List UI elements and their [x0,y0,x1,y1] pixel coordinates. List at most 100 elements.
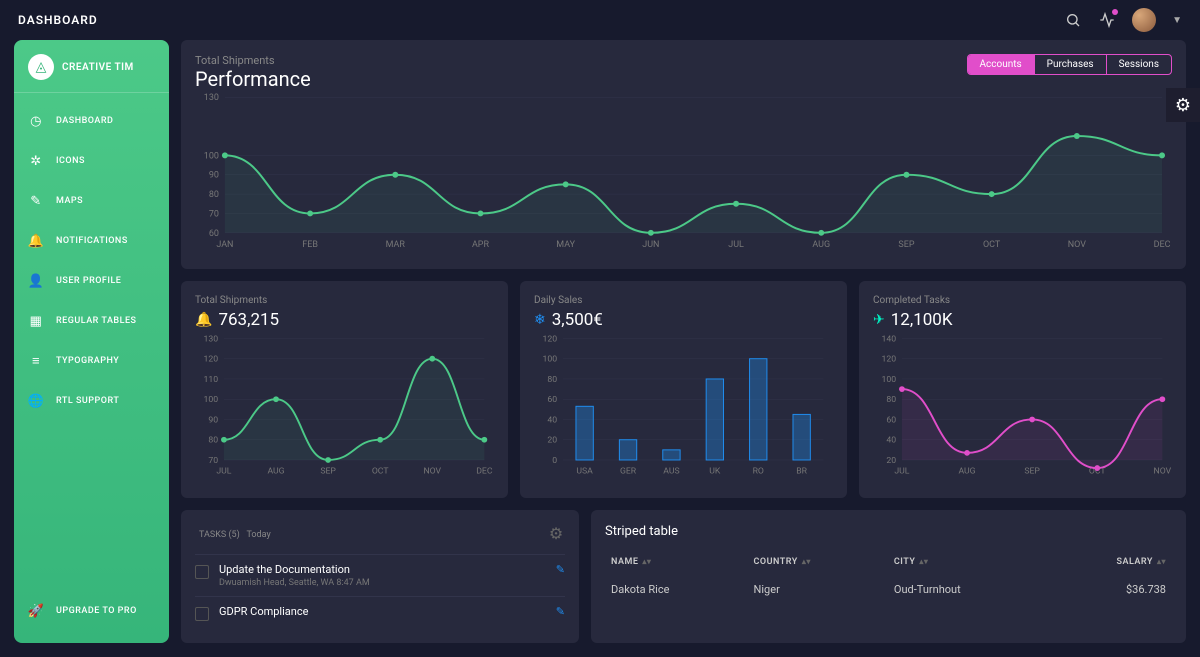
performance-card: Total Shipments Performance AccountsPurc… [181,40,1186,269]
column-header[interactable]: NAME▴▾ [605,549,748,575]
svg-text:UK: UK [709,466,721,476]
gear-icon[interactable]: ⚙ [547,524,565,542]
svg-text:BR: BR [796,466,807,476]
bell-icon: 🔔 [195,312,212,328]
svg-text:MAR: MAR [386,240,406,250]
svg-text:100: 100 [543,355,558,365]
svg-text:140: 140 [882,334,897,344]
svg-text:80: 80 [208,436,218,446]
svg-text:JUN: JUN [642,240,659,250]
svg-text:0: 0 [552,456,557,466]
sidebar-item-label: DASHBOARD [56,116,113,126]
sidebar-item-typography[interactable]: ≡TYPOGRAPHY [14,341,169,381]
svg-text:RO: RO [753,466,764,476]
svg-text:OCT: OCT [372,466,389,476]
cell-country: Niger [748,575,888,604]
svg-text:120: 120 [204,355,219,365]
sidebar-item-dashboard[interactable]: ◷ DASHBOARD [14,101,169,141]
avatar-caret-icon[interactable]: ▼ [1172,15,1182,26]
svg-text:60: 60 [886,415,896,425]
shipments-card: Total Shipments 🔔763,215 708090100110120… [181,281,508,498]
delivery-icon: ❄ [534,312,546,328]
completed-chart: 20406080100120140JULAUGSEPOCTNOV [873,330,1172,480]
performance-title: Performance [195,67,311,91]
sidebar-item-maps[interactable]: ✎MAPS [14,181,169,221]
svg-text:80: 80 [547,375,557,385]
tasks-title: TASKS (5) Today [195,527,271,540]
svg-text:SEP: SEP [1024,466,1040,476]
svg-text:60: 60 [547,395,557,405]
svg-text:OCT: OCT [983,240,1001,250]
svg-text:AUS: AUS [663,466,679,476]
sidebar-item-label: ICONS [56,156,85,166]
sort-icon: ▴▾ [642,559,651,564]
sidebar-item-upgrade[interactable]: 🚀 UPGRADE TO PRO [14,591,169,631]
tab-accounts[interactable]: Accounts [968,55,1034,74]
svg-text:NOV: NOV [423,466,441,476]
svg-text:40: 40 [547,415,557,425]
svg-text:130: 130 [204,93,219,103]
nav-icon: ≡ [28,353,44,369]
sales-chart: 020406080100120USAGERAUSUKROBR [534,330,833,480]
svg-text:JUL: JUL [894,466,909,476]
cell-name: Dakota Rice [605,575,748,604]
sidebar-item-icons[interactable]: ✲ ICONS [14,141,169,181]
nav-icon: 🔔 [28,233,44,249]
sidebar-item-label: USER PROFILE [56,276,121,286]
rocket-icon: 🚀 [28,603,44,619]
svg-text:110: 110 [204,375,219,385]
svg-text:GER: GER [620,466,637,476]
task-checkbox[interactable] [195,607,209,621]
sidebar-item-label: RTL SUPPORT [56,396,119,406]
send-icon: ✈ [873,312,885,328]
edit-icon[interactable]: ✎ [556,563,565,576]
svg-text:130: 130 [204,334,219,344]
svg-text:AUG: AUG [958,466,975,476]
task-row: Update the DocumentationDwuamish Head, S… [195,554,565,596]
svg-text:USA: USA [576,466,593,476]
svg-text:DEC: DEC [476,466,493,476]
tab-purchases[interactable]: Purchases [1034,55,1106,74]
activity-icon[interactable] [1098,11,1116,29]
task-row: GDPR Compliance ✎ [195,596,565,629]
settings-gear-icon[interactable]: ⚙ [1166,88,1200,122]
table-card: Striped table NAME▴▾COUNTRY▴▾CITY▴▾SALAR… [591,510,1186,643]
task-title: Update the Documentation [219,563,546,576]
svg-text:AUG: AUG [267,466,284,476]
sales-card: Daily Sales ❄3,500€ 020406080100120USAGE… [520,281,847,498]
svg-text:70: 70 [209,209,219,219]
sidebar-item-rtl-support[interactable]: 🌐 RTL SUPPORT [14,381,169,421]
sidebar-item-regular-tables[interactable]: ▦REGULAR TABLES [14,301,169,341]
column-header[interactable]: CITY▴▾ [888,549,1048,575]
sort-icon: ▴▾ [919,559,928,564]
nav-icon: 🌐 [28,393,44,409]
card-subtitle: Total Shipments [195,295,494,306]
nav-icon: ◷ [28,113,44,129]
tab-sessions[interactable]: Sessions [1106,55,1171,74]
sort-icon: ▴▾ [1157,559,1166,564]
edit-icon[interactable]: ✎ [556,605,565,618]
completed-card: Completed Tasks ✈12,100K 204060801001201… [859,281,1186,498]
sidebar: ◬ CREATIVE TIM ◷DASHBOARD✲ICONS✎MAPS🔔NOT… [14,40,169,643]
task-title: GDPR Compliance [219,605,546,618]
svg-text:80: 80 [886,395,896,405]
column-header[interactable]: SALARY▴▾ [1047,549,1172,575]
card-value: 12,100K [891,310,953,330]
card-subtitle: Daily Sales [534,295,833,306]
avatar[interactable] [1132,8,1156,32]
shipments-chart: 708090100110120130JULAUGSEPOCTNOVDEC [195,330,494,480]
svg-text:100: 100 [882,375,897,385]
search-icon[interactable] [1064,11,1082,29]
task-checkbox[interactable] [195,565,209,579]
svg-text:NOV: NOV [1154,466,1172,476]
svg-text:80: 80 [209,190,219,200]
performance-chart: 60708090100130JANFEBMARAPRMAYJUNJULAUGSE… [195,91,1172,251]
page-title: DASHBOARD [18,13,98,27]
svg-text:DEC: DEC [1154,240,1171,250]
svg-text:60: 60 [209,229,219,239]
nav-icon: ✲ [28,153,44,169]
sidebar-item-notifications[interactable]: 🔔NOTIFICATIONS [14,221,169,261]
svg-text:JUL: JUL [728,240,744,250]
sidebar-item-user-profile[interactable]: 👤USER PROFILE [14,261,169,301]
column-header[interactable]: COUNTRY▴▾ [748,549,888,575]
